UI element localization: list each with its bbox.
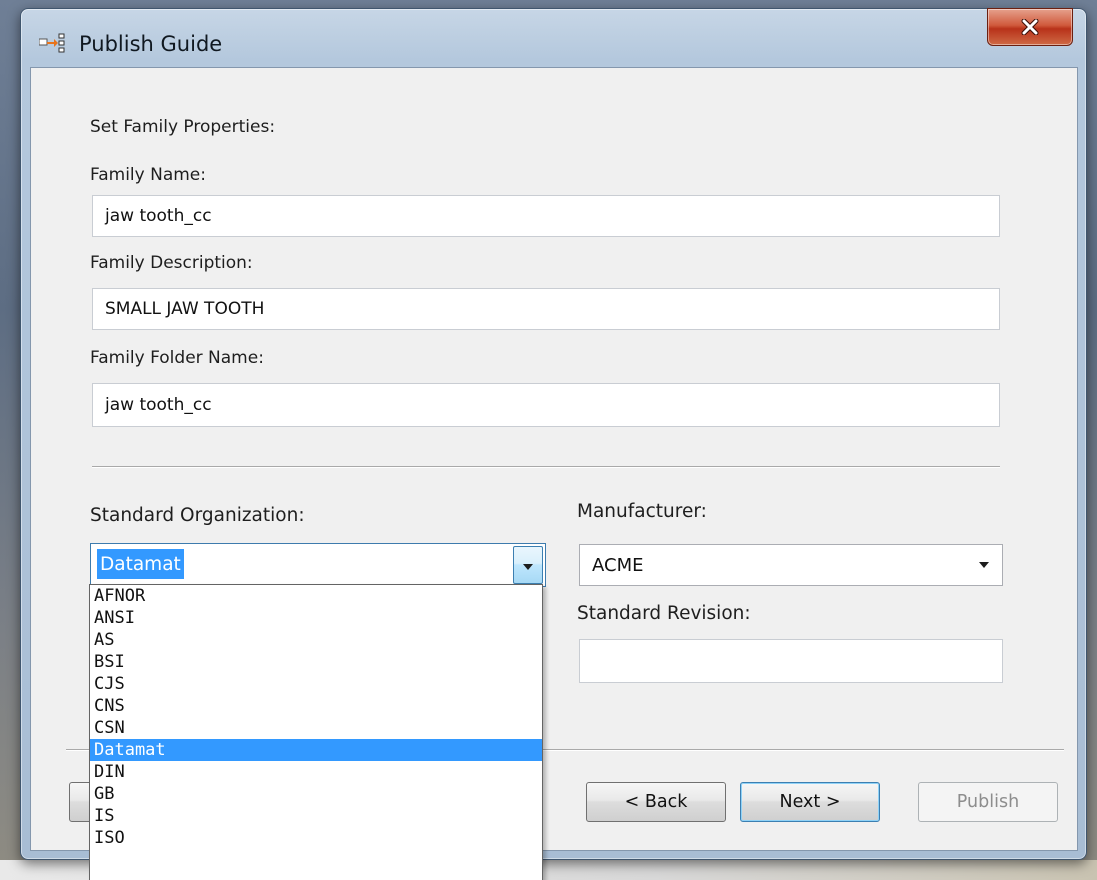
- manufacturer-label: Manufacturer:: [577, 501, 707, 522]
- dropdown-option[interactable]: ISO: [90, 827, 542, 849]
- family-folder-label: Family Folder Name:: [90, 348, 264, 368]
- standard-revision-input[interactable]: [579, 639, 1003, 683]
- dropdown-option[interactable]: CSN: [90, 717, 542, 739]
- dropdown-option[interactable]: ANSI: [90, 607, 542, 629]
- family-name-input[interactable]: jaw tooth_cc: [92, 195, 1000, 237]
- standard-organization-value: Datamat: [97, 549, 184, 579]
- publish-button[interactable]: Publish: [918, 782, 1058, 822]
- dropdown-option[interactable]: CNS: [90, 695, 542, 717]
- dropdown-option[interactable]: AS: [90, 629, 542, 651]
- window-title: Publish Guide: [79, 32, 223, 56]
- next-button[interactable]: Next >: [740, 782, 880, 822]
- publish-arrow-icon: [38, 33, 67, 53]
- standard-organization-label: Standard Organization:: [90, 505, 305, 526]
- chevron-down-icon: [522, 556, 534, 575]
- standard-revision-label: Standard Revision:: [577, 603, 751, 624]
- section-heading: Set Family Properties:: [90, 117, 276, 137]
- manufacturer-combobox[interactable]: ACME: [579, 544, 1003, 586]
- title-bar[interactable]: Publish Guide: [21, 8, 1086, 69]
- standard-organization-dropdown-button[interactable]: [513, 546, 543, 584]
- manufacturer-value: ACME: [592, 554, 644, 576]
- standard-organization-list[interactable]: AFNOR ANSI AS BSI CJS CNS CSN Datamat DIN GB IS ISO: [89, 584, 543, 880]
- dropdown-option[interactable]: GB: [90, 783, 542, 805]
- family-description-input[interactable]: SMALL JAW TOOTH: [92, 288, 1000, 330]
- dropdown-option[interactable]: AFNOR: [90, 585, 542, 607]
- dropdown-option[interactable]: DIN: [90, 761, 542, 783]
- close-icon: [1021, 19, 1039, 35]
- dropdown-option[interactable]: Datamat: [90, 739, 542, 761]
- dropdown-option[interactable]: CJS: [90, 673, 542, 695]
- family-name-label: Family Name:: [90, 165, 206, 185]
- chevron-down-icon[interactable]: [974, 545, 994, 585]
- close-button[interactable]: [987, 8, 1073, 46]
- separator-top: [92, 466, 1000, 468]
- family-folder-input[interactable]: jaw tooth_cc: [92, 383, 1000, 427]
- back-button[interactable]: < Back: [586, 782, 726, 822]
- family-description-label: Family Description:: [90, 253, 253, 273]
- standard-organization-combobox[interactable]: Datamat: [90, 543, 546, 587]
- dropdown-option[interactable]: BSI: [90, 651, 542, 673]
- dropdown-option[interactable]: IS: [90, 805, 542, 827]
